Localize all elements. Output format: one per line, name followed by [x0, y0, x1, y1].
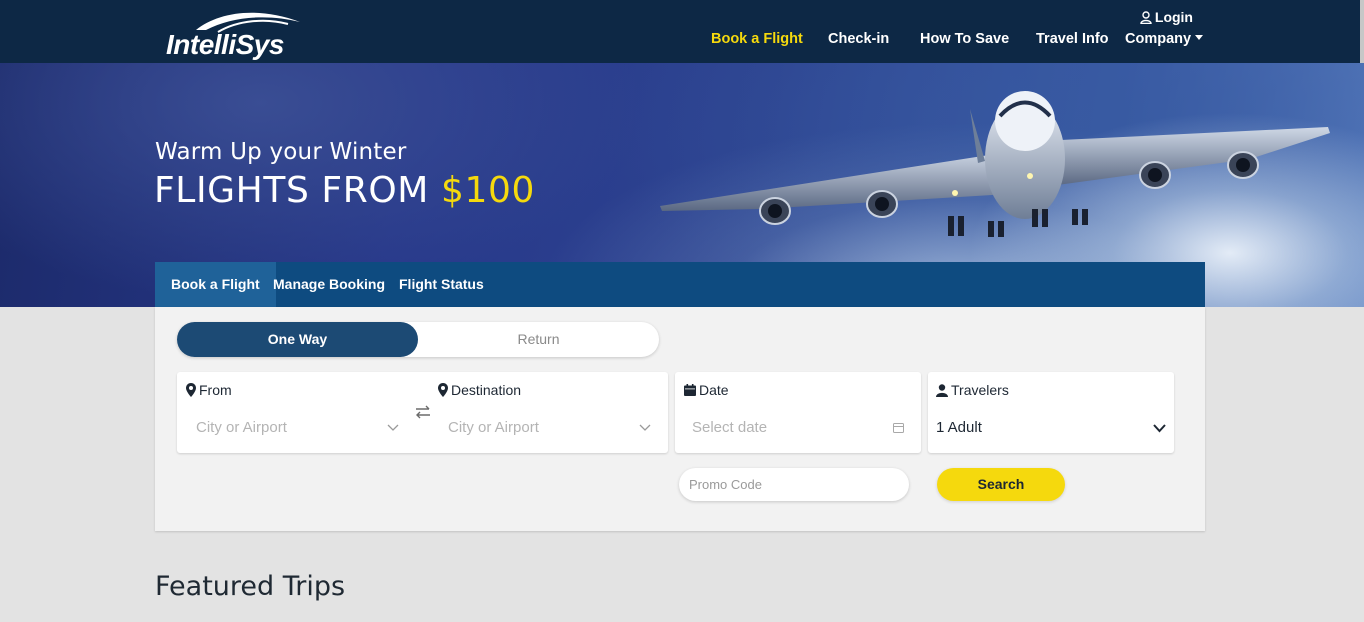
from-label-text: From [199, 382, 232, 398]
hero-subtitle: Warm Up your Winter [155, 139, 407, 165]
from-label: From [186, 382, 232, 398]
destination-label-text: Destination [451, 382, 522, 398]
travelers-label-text: Travelers [951, 382, 1009, 398]
login-label: Login [1154, 9, 1193, 25]
user-icon [1140, 10, 1152, 24]
user-icon [936, 383, 948, 397]
booking-tabs: Book a Flight Manage Booking Flight Stat… [155, 262, 1205, 307]
tab-book-a-flight[interactable]: Book a Flight [155, 262, 276, 307]
date-label-text: Date [699, 382, 729, 398]
hero-headline: FLIGHTS FROM $100 [154, 170, 535, 211]
map-pin-icon [438, 383, 448, 397]
route-card: From City or Airport Destination City or… [177, 372, 668, 453]
site-header: IntelliSys Login Book a Flight Check-in … [0, 0, 1364, 285]
nav-travel-info[interactable]: Travel Info [1036, 31, 1109, 47]
one-way-option[interactable]: One Way [177, 322, 418, 357]
airplane-image [660, 91, 1330, 237]
tab-manage-booking[interactable]: Manage Booking [273, 262, 385, 307]
promo-code-input[interactable]: Promo Code [679, 468, 909, 501]
login-link[interactable]: Login [1140, 9, 1193, 25]
page: IntelliSys Login Book a Flight Check-in … [0, 0, 1364, 622]
travelers-select[interactable]: 1 Adult [936, 419, 982, 436]
from-input[interactable]: City or Airport [196, 419, 287, 436]
chevron-down-icon[interactable] [1153, 424, 1166, 433]
main-nav: Book a Flight Check-in How To Save Trave… [0, 31, 1364, 49]
calendar-icon[interactable] [893, 422, 904, 433]
map-pin-icon [186, 383, 196, 397]
tab-flight-status[interactable]: Flight Status [399, 262, 484, 307]
return-option[interactable]: Return [418, 322, 659, 357]
caret-down-icon [1195, 35, 1204, 40]
booking-panel: One Way Return From City or Airport Dest… [155, 307, 1205, 531]
nav-company-label: Company [1125, 31, 1192, 47]
swap-icon[interactable] [415, 405, 431, 419]
hero-headline-text: FLIGHTS FROM [154, 170, 429, 211]
chevron-down-icon[interactable] [639, 424, 651, 432]
featured-trips-heading: Featured Trips [155, 571, 346, 602]
nav-book-a-flight[interactable]: Book a Flight [711, 31, 803, 47]
destination-label: Destination [438, 382, 521, 398]
chevron-down-icon[interactable] [387, 424, 399, 432]
trip-type-toggle: One Way Return [177, 322, 659, 357]
date-input[interactable]: Select date [692, 419, 767, 436]
travelers-card: Travelers 1 Adult [928, 372, 1174, 453]
nav-check-in[interactable]: Check-in [828, 31, 889, 47]
calendar-icon [684, 384, 696, 396]
nav-how-to-save[interactable]: How To Save [920, 31, 1009, 47]
search-button[interactable]: Search [937, 468, 1065, 501]
hero-price: $100 [441, 170, 536, 211]
travelers-label: Travelers [936, 382, 1009, 398]
date-card: Date Select date [675, 372, 921, 453]
destination-input[interactable]: City or Airport [448, 419, 539, 436]
nav-company[interactable]: Company [1125, 31, 1204, 47]
date-label: Date [684, 382, 729, 398]
